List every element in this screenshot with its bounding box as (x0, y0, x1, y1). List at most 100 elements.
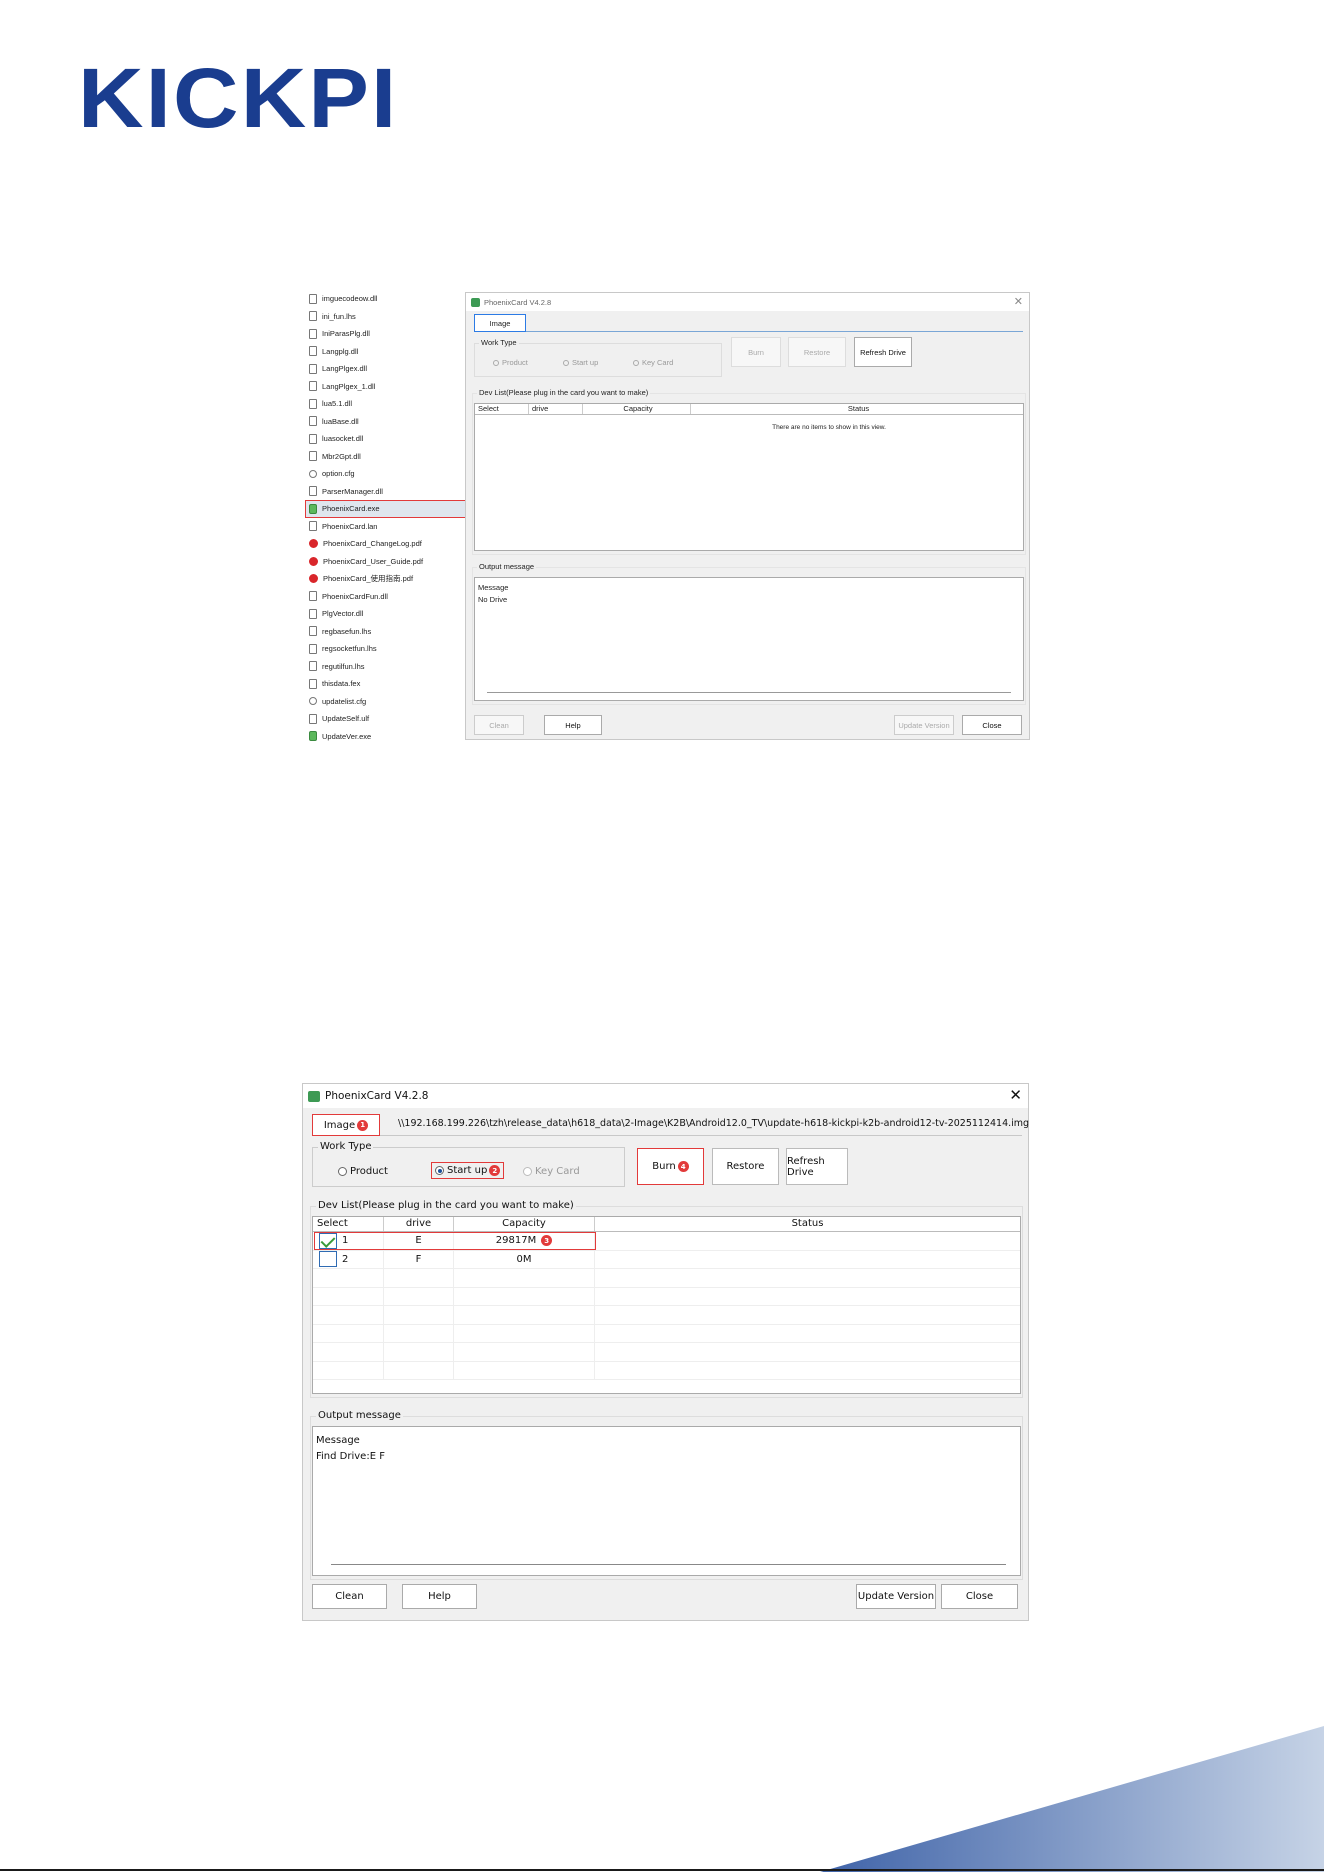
screenshot-explorer-and-phoenixcard: imguecodeow.dll ini_fun.lhs IniParasPlg.dl… (305, 290, 1030, 742)
clean-button[interactable]: Clean (474, 715, 524, 735)
file-icon (309, 713, 317, 724)
checkbox-unchecked[interactable] (319, 1251, 337, 1268)
burn-label: Burn (652, 1161, 676, 1172)
file-list-item[interactable]: UpdateVer.exe (305, 728, 467, 743)
close-button[interactable]: Close (962, 715, 1022, 735)
clean-button[interactable]: Clean (312, 1584, 387, 1609)
file-list-item[interactable]: thisdata.fex (305, 675, 467, 693)
dev-list-label: Dev List(Please plug in the card you wan… (316, 1200, 576, 1211)
file-explorer-list: imguecodeow.dll ini_fun.lhs IniParasPlg.dl… (305, 290, 467, 742)
output-message-box: Message Find Drive:E F (312, 1426, 1021, 1576)
refresh-drive-button[interactable]: Refresh Drive (854, 337, 912, 367)
table-row[interactable]: 1 E 29817M 3 (313, 1232, 1020, 1251)
file-name: IniParasPlg.dll (322, 329, 370, 339)
restore-button[interactable]: Restore (712, 1148, 779, 1185)
file-list-item[interactable]: option.cfg (305, 465, 467, 483)
help-button[interactable]: Help (544, 715, 602, 735)
radio-label: Start up (572, 358, 599, 367)
tab-image[interactable]: Image (474, 314, 526, 332)
file-list-item[interactable]: ini_fun.lhs (305, 308, 467, 326)
file-list-item[interactable]: regbasefun.lhs (305, 623, 467, 641)
radio-selected-icon (435, 1166, 444, 1175)
close-icon[interactable]: ✕ (1014, 295, 1023, 308)
file-list-item[interactable]: imguecodeow.dll (305, 290, 467, 308)
help-button[interactable]: Help (402, 1584, 477, 1609)
dll-file-icon (309, 293, 317, 304)
file-list-item[interactable]: PlgVector.dll (305, 605, 467, 623)
radio-circle-icon (338, 1167, 347, 1176)
checkbox-checked[interactable] (319, 1232, 337, 1249)
file-name: PhoenixCard.lan (322, 521, 378, 531)
dll-file-icon (309, 398, 317, 409)
status-cell (595, 1251, 1020, 1269)
phoenixcard-window-configured: PhoenixCard V4.2.8 ✕ Image 1 \\192.168.1… (302, 1083, 1029, 1621)
radio-start-up[interactable]: Start up (563, 358, 598, 367)
file-name: option.cfg (322, 469, 355, 479)
dll-file-icon (309, 328, 317, 339)
file-name: luasocket.dll (322, 434, 364, 444)
file-list-item[interactable]: PhoenixCard_ChangeLog.pdf (305, 535, 467, 553)
radio-start-up[interactable]: Start up 2 (431, 1162, 505, 1179)
kickpi-logo: KICKPI (78, 51, 399, 145)
device-table: Select drive Capacity Status 1 E 29817M 3… (312, 1216, 1021, 1394)
close-button[interactable]: Close (941, 1584, 1018, 1609)
col-select: Select (475, 404, 529, 414)
file-list-item[interactable]: regsocketfun.lhs (305, 640, 467, 658)
col-drive: drive (529, 404, 583, 414)
capacity-value: 29817M (495, 1235, 537, 1247)
row-index: 2 (342, 1253, 349, 1265)
file-list-item[interactable]: updatelist.cfg (305, 693, 467, 711)
file-list-item[interactable]: lua5.1.dll (305, 395, 467, 413)
capacity-cell: 29817M 3 (454, 1232, 595, 1250)
file-icon (309, 626, 317, 637)
dll-file-icon (309, 363, 317, 374)
file-icon (309, 678, 317, 689)
file-list-item[interactable]: PhoenixCardFun.dll (305, 588, 467, 606)
tab-image[interactable]: Image 1 (312, 1114, 380, 1136)
file-list-item[interactable]: luasocket.dll (305, 430, 467, 448)
radio-product[interactable]: Product (493, 358, 528, 367)
file-list-item[interactable]: UpdateSelf.ulf (305, 710, 467, 728)
file-list-item[interactable]: LangPlgex.dll (305, 360, 467, 378)
file-list-item[interactable]: Mbr2Gpt.dll (305, 448, 467, 466)
file-list-item[interactable]: luaBase.dll (305, 413, 467, 431)
file-name: PhoenixCard.exe (322, 504, 380, 514)
file-list-item[interactable]: Langplg.dll (305, 343, 467, 361)
file-list-item[interactable]: regutilfun.lhs (305, 658, 467, 676)
output-message-box: Message No Drive (474, 577, 1024, 701)
close-icon[interactable]: ✕ (1009, 1086, 1022, 1104)
table-row[interactable]: 2 F 0M (313, 1250, 1020, 1269)
file-list-item[interactable]: PhoenixCard.exe (305, 500, 467, 518)
refresh-drive-button[interactable]: Refresh Drive (786, 1148, 848, 1185)
restore-button[interactable]: Restore (788, 337, 846, 367)
radio-label: Product (350, 1166, 388, 1177)
file-name: lua5.1.dll (322, 399, 353, 409)
file-list-item[interactable]: IniParasPlg.dll (305, 325, 467, 343)
radio-product[interactable]: Product (338, 1166, 388, 1177)
tab-bar: Image (474, 314, 1023, 332)
file-icon (309, 643, 317, 654)
file-name: PhoenixCard_使用指南.pdf (323, 574, 414, 584)
dll-file-icon (309, 416, 317, 427)
radio-key-card[interactable]: Key Card (523, 1166, 580, 1177)
file-list-item[interactable]: PhoenixCard_User_Guide.pdf (305, 553, 467, 571)
file-icon (309, 521, 317, 532)
output-label: Output message (477, 562, 537, 571)
burn-button[interactable]: Burn (731, 337, 781, 367)
status-cell (595, 1232, 1020, 1250)
file-name: regutilfun.lhs (322, 661, 365, 671)
horizontal-scrollbar[interactable] (331, 1564, 1006, 1565)
file-list-item[interactable]: LangPlgex_1.dll (305, 378, 467, 396)
update-version-button[interactable]: Update Version (856, 1584, 936, 1609)
burn-button[interactable]: Burn 4 (637, 1148, 704, 1185)
horizontal-scrollbar[interactable] (487, 692, 1011, 693)
file-list-item[interactable]: PhoenixCard.lan (305, 518, 467, 536)
update-version-button[interactable]: Update Version (894, 715, 954, 735)
dll-file-icon (309, 346, 317, 357)
file-list-item[interactable]: PhoenixCard_使用指南.pdf (305, 570, 467, 588)
radio-key-card[interactable]: Key Card (633, 358, 673, 367)
col-status: Status (847, 404, 870, 413)
file-list-item[interactable]: ParserManager.dll (305, 483, 467, 501)
window-title: PhoenixCard V4.2.8 (325, 1090, 429, 1102)
file-name: LangPlgex_1.dll (322, 381, 376, 391)
